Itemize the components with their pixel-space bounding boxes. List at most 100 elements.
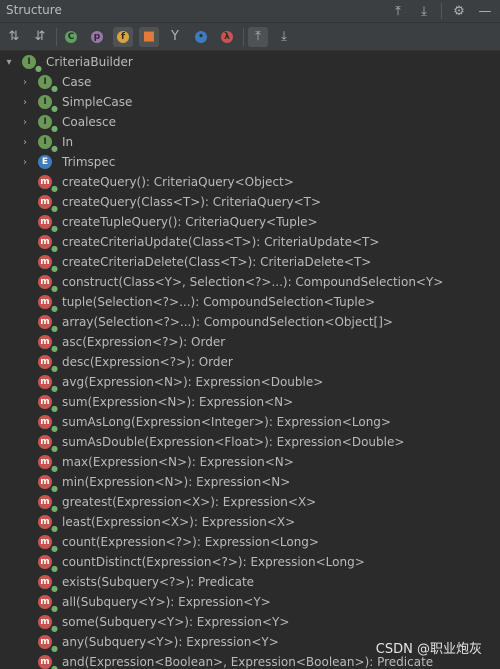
tree-item[interactable]: m ● all(Subquery<Y>): Expression<Y> [0,592,500,613]
tree-item[interactable]: m ● greatest(Expression<X>): Expression<X> [0,492,500,513]
tree-item-label: all(Subquery<Y>): Expression<Y> [62,595,271,609]
tree-item[interactable]: › I ● Case [0,72,500,93]
tree-item[interactable]: m ● createQuery(): CriteriaQuery<Object> [0,172,500,193]
method-icon: m ● [38,415,58,433]
field-icon: f [117,30,129,43]
interface-icon: I ● [22,55,42,73]
tree-item[interactable]: m ● asc(Expression<?>): Order [0,332,500,353]
method-icon: m ● [38,435,58,453]
tree-item[interactable]: › I ● SimpleCase [0,92,500,113]
show-includes-button[interactable]: • [191,27,211,47]
hide-icon[interactable]: — [476,2,494,20]
method-icon: m ● [38,455,58,473]
expand-all-icon[interactable]: ⤒ [389,2,407,20]
tree-item[interactable]: m ● sumAsLong(Expression<Integer>): Expres… [0,412,500,433]
tree-item[interactable]: m ● least(Expression<X>): Expression<X> [0,512,500,533]
method-icon: m ● [38,475,58,493]
enum-icon: E [38,155,52,169]
tree-item-label: tuple(Selection<?>...): CompoundSelectio… [62,295,376,309]
lock-icon: ■ [142,29,156,44]
show-fields-button[interactable]: f [113,26,133,47]
show-properties-button[interactable]: p [87,27,107,47]
tree-item[interactable]: m ● countDistinct(Expression<?>): Expressi… [0,552,500,573]
tree-item-label: avg(Expression<N>): Expression<Double> [62,375,324,389]
collapse-arrow-icon[interactable]: ▾ [4,57,14,68]
tree-item[interactable]: › I ● Coalesce [0,112,500,133]
tree-item-label: least(Expression<X>): Expression<X> [62,515,296,529]
expand-arrow-icon[interactable]: › [20,117,30,128]
tree-root-label: CriteriaBuilder [46,55,133,69]
structure-toolbar: ⇅ ⇵ C p f ■ Y • λ ⤒ ⤓ [0,23,500,51]
tree-item[interactable]: m ● tuple(Selection<?>...): CompoundSelect… [0,292,500,313]
method-icon: m ● [38,575,58,593]
method-icon: m ● [38,175,58,193]
tree-item-label: construct(Class<Y>, Selection<?>...): Co… [62,275,444,289]
tree-item-label: some(Subquery<Y>): Expression<Y> [62,615,290,629]
sort-alpha-button[interactable]: ⇵ [30,27,50,47]
tree-item[interactable]: m ● createTupleQuery(): CriteriaQuery<Tupl… [0,212,500,233]
tree-item-label: Trimspec [62,155,116,169]
collapse-all-icon[interactable]: ⤓ [415,2,433,20]
tree-item[interactable]: m ● some(Subquery<Y>): Expression<Y> [0,612,500,633]
interface-icon: I ● [38,95,58,113]
tree-item-label: and(Expression<Boolean>, Expression<Bool… [62,655,434,669]
tree-item-label: createCriteriaDelete(Class<T>): Criteria… [62,255,372,269]
tree-item-label: Case [62,75,92,89]
tree-item[interactable]: m ● createCriteriaDelete(Class<T>): Criter… [0,252,500,273]
tree-item-label: max(Expression<N>): Expression<N> [62,455,294,469]
tree-item-label: count(Expression<?>): Expression<Long> [62,535,319,549]
expand-arrow-icon[interactable]: › [20,77,30,88]
show-lambdas-button[interactable]: λ [217,27,237,47]
anonymous-icon: Y [171,29,179,44]
autoscroll-to-source-button[interactable]: ⤒ [248,26,268,47]
method-icon: m ● [38,555,58,573]
tree-item-label: desc(Expression<?>): Order [62,355,233,369]
tree-item[interactable]: m ● sum(Expression<N>): Expression<N> [0,392,500,413]
method-icon: m ● [38,375,58,393]
toolbar-separator [56,27,57,46]
tree-item[interactable]: m ● array(Selection<?>...): CompoundSelect… [0,312,500,333]
tree-item-label: In [62,135,74,149]
tree-item[interactable]: m ● max(Expression<N>): Expression<N> [0,452,500,473]
tree-item[interactable]: m ● createCriteriaUpdate(Class<T>): Criter… [0,232,500,253]
tree-item[interactable]: m ● desc(Expression<?>): Order [0,352,500,373]
include-icon: • [195,30,207,43]
expand-arrow-icon[interactable]: › [20,137,30,148]
tree-item[interactable]: › I ● In [0,132,500,153]
sort-alpha-icon: ⇵ [34,29,46,44]
show-inherited-button[interactable]: C [61,27,81,47]
watermark: CSDN @职业炮灰 [375,642,482,657]
show-non-public-button[interactable]: ■ [139,26,159,47]
tree-item-label: any(Subquery<Y>): Expression<Y> [62,635,279,649]
tree-root[interactable]: ▾ I ● CriteriaBuilder [0,52,500,73]
tree-item[interactable]: m ● avg(Expression<N>): Expression<Double> [0,372,500,393]
method-icon: m ● [38,275,58,293]
method-icon: m ● [38,235,58,253]
inherited-icon: C [65,30,77,43]
expand-arrow-icon[interactable]: › [20,97,30,108]
method-icon: m ● [38,255,58,273]
sort-visibility-button[interactable]: ⇅ [4,27,24,47]
tree-item-label: sum(Expression<N>): Expression<N> [62,395,294,409]
tree-item[interactable]: m ● exists(Subquery<?>): Predicate [0,572,500,593]
tree-item-label: countDistinct(Expression<?>): Expression… [62,555,365,569]
tree-item[interactable]: › E Trimspec [0,152,500,172]
method-icon: m ● [38,195,58,213]
tree-item[interactable]: m ● count(Expression<?>): Expression<Long> [0,532,500,553]
autoscroll-to-source-icon: ⤒ [255,29,261,44]
tree-item[interactable]: m ● min(Expression<N>): Expression<N> [0,472,500,493]
autoscroll-from-source-button[interactable]: ⤓ [274,27,294,47]
tool-window-header: Structure ⤒ ⤓ ⚙ — [0,0,500,23]
gear-icon[interactable]: ⚙ [450,2,468,20]
tree-item-label: greatest(Expression<X>): Expression<X> [62,495,317,509]
tree-item-label: sumAsLong(Expression<Integer>): Expressi… [62,415,391,429]
tree-item-label: array(Selection<?>...): CompoundSelectio… [62,315,393,329]
expand-arrow-icon[interactable]: › [20,157,30,168]
header-separator [441,3,442,19]
tree-item-label: min(Expression<N>): Expression<N> [62,475,291,489]
show-anonymous-button[interactable]: Y [165,27,185,47]
tree-item[interactable]: m ● createQuery(Class<T>): CriteriaQuery<T… [0,192,500,213]
tree-item[interactable]: m ● construct(Class<Y>, Selection<?>...): … [0,272,500,293]
structure-tree: ▾ I ● CriteriaBuilder › I ● Case › I ● SimpleCas… [0,52,500,669]
tree-item[interactable]: m ● sumAsDouble(Expression<Float>): Expres… [0,432,500,453]
